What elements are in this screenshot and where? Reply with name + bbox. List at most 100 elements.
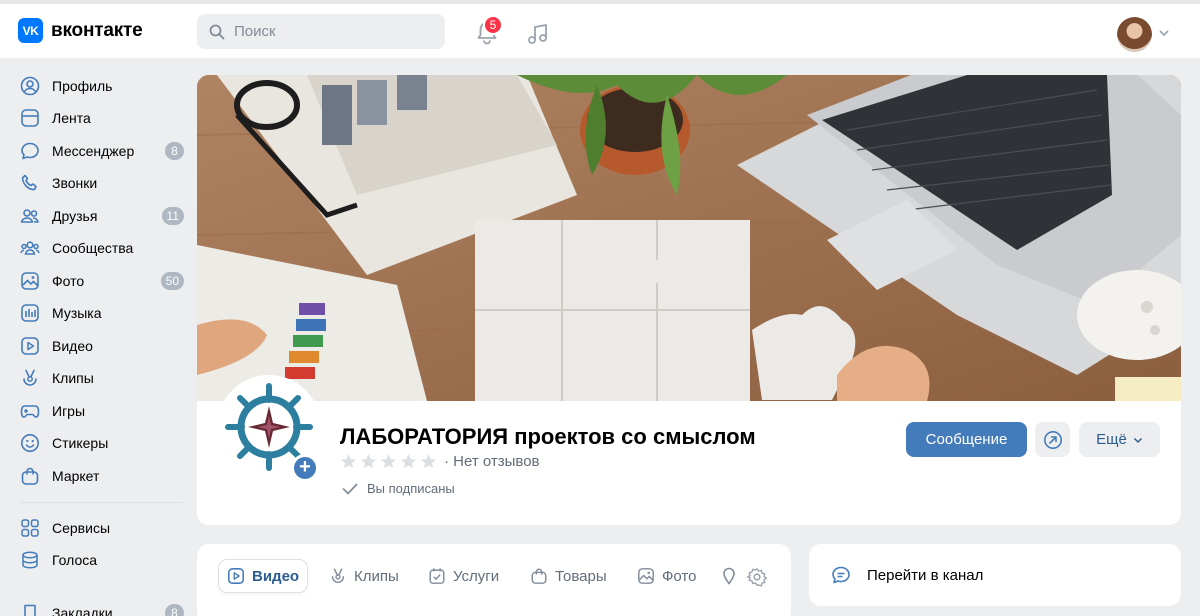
photos-count-badge: 50 <box>160 272 184 290</box>
clips-icon <box>331 568 345 583</box>
sidebar-item-label: Видео <box>52 338 93 354</box>
search-box[interactable] <box>197 14 445 49</box>
tab-label: Клипы <box>354 567 399 585</box>
group-cover-image <box>197 75 1181 401</box>
sidebar-item-feed[interactable]: Лента <box>20 103 188 133</box>
brand-name: вконтакте <box>51 19 143 41</box>
sidebar-item-friends[interactable]: Друзья 11 <box>20 201 188 231</box>
tab-services[interactable]: Услуги <box>420 560 507 592</box>
clips-icon <box>20 368 40 388</box>
share-button[interactable] <box>1035 422 1070 457</box>
services-check-icon <box>429 568 445 584</box>
market-icon <box>20 466 40 486</box>
sidebar-item-music[interactable]: Музыка <box>20 298 188 328</box>
sidebar-item-label: Закладки <box>52 605 113 616</box>
bookmarks-icon <box>20 603 40 616</box>
rating-stars <box>340 453 437 470</box>
star-icon <box>401 454 416 469</box>
sidebar-item-label: Голоса <box>52 552 98 568</box>
bag-icon <box>531 568 547 584</box>
vk-logo-icon: VK <box>18 18 43 43</box>
photo-icon <box>638 568 654 584</box>
message-button[interactable]: Сообщение <box>906 422 1027 457</box>
sidebar-item-bookmarks[interactable]: Закладки 8 <box>20 598 188 616</box>
sidebar-item-label: Сервисы <box>52 520 111 536</box>
sidebar-item-votes[interactable]: Голоса <box>20 545 188 575</box>
feed-icon <box>20 108 40 128</box>
sidebar-item-label: Фото <box>52 273 85 289</box>
video-icon <box>20 336 40 356</box>
sidebar-item-label: Музыка <box>52 305 102 321</box>
votes-icon <box>20 550 40 570</box>
tab-photo[interactable]: Фото <box>629 560 704 592</box>
search-icon <box>209 24 225 39</box>
friends-icon <box>20 206 40 226</box>
reviews-link[interactable]: · Нет отзывов <box>444 453 540 470</box>
star-icon <box>341 454 356 469</box>
tab-label: Услуги <box>453 567 500 585</box>
communities-icon <box>20 238 40 258</box>
sidebar-divider <box>20 502 183 503</box>
tab-video[interactable]: Видео <box>219 560 308 592</box>
chat-bubble-icon <box>832 566 850 584</box>
star-icon <box>421 454 436 469</box>
tab-label: Фото <box>662 567 697 585</box>
go-to-channel-label: Перейти в канал <box>867 566 984 584</box>
chevron-down-icon[interactable] <box>1158 28 1170 38</box>
messenger-count-badge: 8 <box>165 142 184 160</box>
add-icon[interactable]: + <box>291 454 319 482</box>
services-icon <box>20 518 40 538</box>
sidebar-item-label: Игры <box>52 403 86 419</box>
sidebar-item-label: Профиль <box>52 78 113 94</box>
sidebar-item-stickers[interactable]: Стикеры <box>20 428 188 458</box>
content-tabs-card: Видео Клипы Услуги Товары Фото <box>197 544 791 616</box>
tab-label: Товары <box>555 567 607 585</box>
group-title: ЛАБОРАТОРИЯ проектов со смыслом <box>340 424 756 449</box>
sidebar-item-label: Маркет <box>52 468 100 484</box>
phone-icon <box>20 173 40 193</box>
group-header-card: + ЛАБОРАТОРИЯ проектов со смыслом · Нет … <box>197 75 1181 525</box>
music-icon <box>20 303 40 323</box>
sidebar-item-label: Звонки <box>52 175 98 191</box>
search-input[interactable] <box>234 23 424 40</box>
sidebar-item-communities[interactable]: Сообщества <box>20 233 188 263</box>
location-icon[interactable] <box>722 567 736 585</box>
checkmark-icon <box>342 483 358 494</box>
vk-logo[interactable]: VK вконтакте <box>18 18 143 43</box>
sidebar-item-services[interactable]: Сервисы <box>20 513 188 543</box>
more-button[interactable]: Ещё <box>1079 422 1160 457</box>
stickers-icon <box>20 433 40 453</box>
tab-goods[interactable]: Товары <box>522 560 615 592</box>
video-icon <box>228 568 244 584</box>
messenger-icon <box>20 141 40 161</box>
bookmarks-count-badge: 8 <box>165 604 184 616</box>
profile-icon <box>20 76 40 96</box>
more-label: Ещё <box>1096 431 1127 448</box>
subscription-status[interactable]: Вы подписаны <box>342 481 455 496</box>
sidebar-item-label: Стикеры <box>52 435 109 451</box>
sidebar-item-messenger[interactable]: Мессенджер 8 <box>20 136 188 166</box>
sidebar-item-label: Друзья <box>52 208 98 224</box>
sidebar-item-label: Лента <box>52 110 91 126</box>
tab-label: Видео <box>252 567 300 585</box>
photo-icon <box>20 271 40 291</box>
sidebar-item-video[interactable]: Видео <box>20 331 188 361</box>
sidebar-item-label: Клипы <box>52 370 94 386</box>
chevron-down-icon <box>1133 437 1142 443</box>
sidebar-item-label: Сообщества <box>52 240 134 256</box>
sidebar-item-calls[interactable]: Звонки <box>20 168 188 198</box>
notifications-badge: 5 <box>483 15 503 35</box>
sidebar-item-clips[interactable]: Клипы <box>20 363 188 393</box>
user-avatar[interactable] <box>1117 17 1152 52</box>
sidebar-item-games[interactable]: Игры <box>20 396 188 426</box>
top-bar: VK вконтакте 5 <box>0 0 1200 58</box>
sidebar-item-market[interactable]: Маркет <box>20 461 188 491</box>
sidebar-item-photos[interactable]: Фото 50 <box>20 266 188 296</box>
music-player-icon[interactable] <box>526 22 550 46</box>
settings-gear-icon[interactable] <box>747 567 767 587</box>
go-to-channel-card[interactable]: Перейти в канал <box>809 544 1181 606</box>
tab-clips[interactable]: Клипы <box>321 560 407 592</box>
friends-count-badge: 11 <box>161 207 184 225</box>
sidebar-item-label: Мессенджер <box>52 143 135 159</box>
sidebar-item-profile[interactable]: Профиль <box>20 71 188 101</box>
